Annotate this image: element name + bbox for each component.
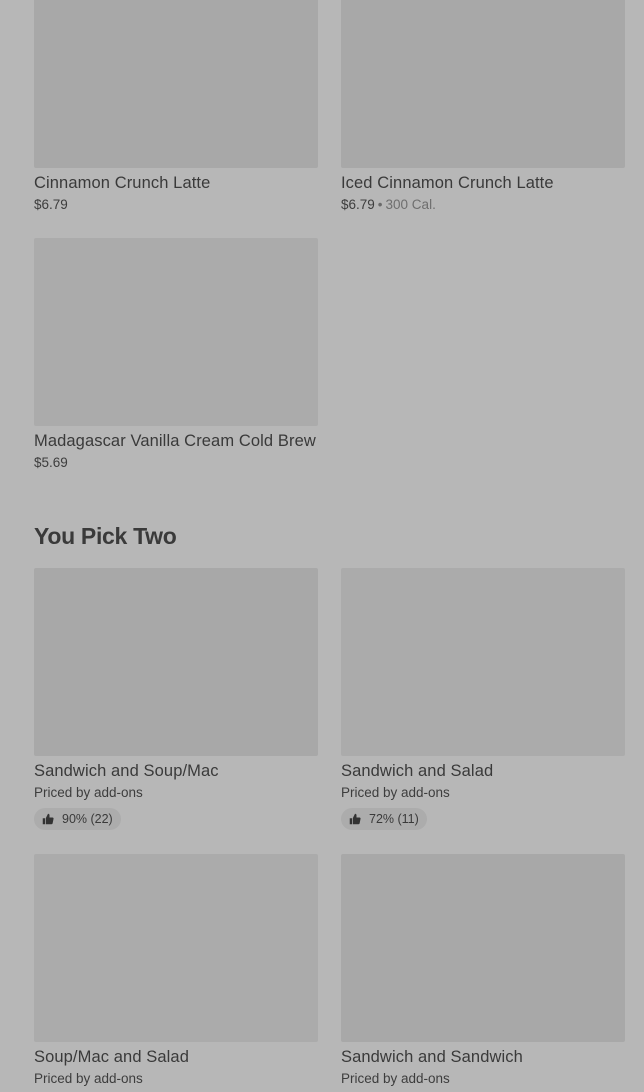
menu-item-card[interactable]: Cinnamon Crunch Latte $6.79 [34,0,318,214]
item-name[interactable]: Sandwich and Salad [341,761,625,781]
item-image[interactable] [341,0,625,168]
menu-item-card[interactable]: Iced Cinnamon Crunch Latte $6.79 • 300 Cal… [341,0,625,214]
item-name[interactable]: Iced Cinnamon Crunch Latte [341,173,625,193]
item-image[interactable] [34,238,318,426]
item-image[interactable] [34,854,318,1042]
menu-item-card[interactable]: Sandwich and Sandwich Priced by add-ons [341,854,625,1088]
item-image[interactable] [341,854,625,1042]
item-name[interactable]: Soup/Mac and Salad [34,1047,318,1067]
rating-badge: 90% (22) [34,808,121,830]
thumbs-up-icon [349,813,361,825]
item-price: Priced by add-ons [341,1071,450,1086]
item-price: Priced by add-ons [34,785,143,800]
item-name[interactable]: Madagascar Vanilla Cream Cold Brew [34,431,318,451]
rating-badge: 72% (11) [341,808,427,830]
item-price: $6.79 • 300 Cal. [341,196,625,214]
thumbs-up-icon [42,813,54,825]
item-image[interactable] [341,568,625,756]
menu-item-card[interactable]: Soup/Mac and Salad Priced by add-ons [34,854,318,1088]
price-text: $5.69 [34,455,68,470]
rating-text: 90% (22) [62,812,113,826]
item-price: Priced by add-ons [341,785,450,800]
item-name[interactable]: Cinnamon Crunch Latte [34,173,318,193]
price-text: $6.79 [341,197,375,212]
menu-page: Cinnamon Crunch Latte $6.79 Iced Cinnamo… [0,0,644,1092]
item-price: $5.69 [34,454,318,472]
rating-text: 72% (11) [369,812,419,826]
menu-item-card[interactable]: Madagascar Vanilla Cream Cold Brew $5.69 [34,238,318,472]
item-price: Priced by add-ons [34,1071,143,1086]
item-price: $6.79 [34,196,318,214]
price-text: $6.79 [34,197,68,212]
item-image[interactable] [34,0,318,168]
calories-text: 300 Cal. [385,197,436,212]
menu-item-card[interactable]: Sandwich and Salad Priced by add-ons 72%… [341,568,625,830]
separator-dot: • [377,197,383,212]
item-name[interactable]: Sandwich and Sandwich [341,1047,625,1067]
menu-item-card[interactable]: Sandwich and Soup/Mac Priced by add-ons … [34,568,318,830]
item-name[interactable]: Sandwich and Soup/Mac [34,761,318,781]
section-title: You Pick Two [34,523,177,549]
item-image[interactable] [34,568,318,756]
